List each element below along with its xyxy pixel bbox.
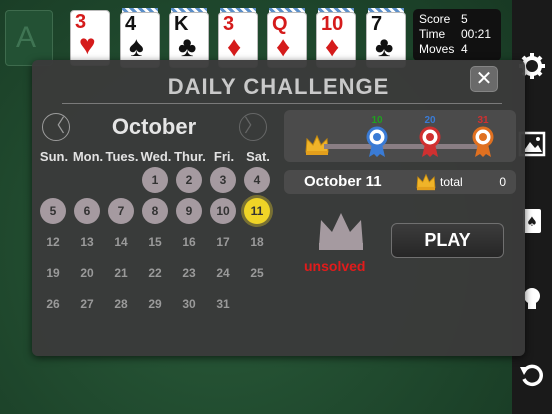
calendar-day[interactable]: 3 — [210, 167, 236, 193]
milestone-count: 10 — [371, 115, 383, 126]
month-label: October — [111, 114, 197, 139]
calendar-day[interactable]: 5 — [40, 198, 66, 224]
calendar-day[interactable]: 6 — [74, 198, 100, 224]
progress-panel: 10 20 31 — [284, 110, 516, 162]
play-button[interactable]: PLAY — [391, 223, 504, 258]
calendar-day-today[interactable]: 11 — [244, 198, 270, 224]
milestone-count: 31 — [477, 115, 489, 126]
selected-date: October 11 — [304, 173, 382, 190]
playing-card[interactable]: 3 ♥ — [70, 10, 110, 66]
calendar-day[interactable]: 9 — [176, 198, 202, 224]
status-label: unsolved — [304, 258, 366, 274]
card-suit-icon: ♦ — [227, 31, 242, 62]
score-label: Score — [419, 12, 451, 26]
calendar-day[interactable]: 10 — [210, 198, 236, 224]
foundation-letter: A — [16, 21, 37, 54]
calendar-day: 26 — [46, 297, 60, 311]
calendar-day: 20 — [80, 266, 94, 280]
close-button[interactable]: ✕ — [470, 66, 498, 92]
calendar-day: 25 — [250, 266, 264, 280]
calendar-day: 16 — [182, 235, 196, 249]
calendar-day[interactable]: 7 — [108, 198, 134, 224]
calendar-day: 18 — [250, 235, 264, 249]
moves-label: Moves — [419, 42, 455, 56]
foundation-pile[interactable]: A — [5, 10, 53, 66]
undo-icon[interactable] — [518, 361, 546, 389]
scoreboard: Score 5 Time 00:21 Moves 4 — [413, 9, 501, 61]
dialog-title: DAILY CHALLENGE — [167, 74, 390, 99]
daily-challenge-dialog: DAILY CHALLENGE ✕ 〈 October 〉 Sun. Mon. Tu… — [32, 60, 525, 356]
calendar-day: 21 — [114, 266, 128, 280]
calendar-day: 12 — [46, 235, 60, 249]
crown-small-icon — [416, 173, 436, 191]
calendar-day: 24 — [216, 266, 230, 280]
calendar-day: 27 — [80, 297, 94, 311]
time-value: 00:21 — [461, 27, 492, 41]
score-value: 5 — [461, 12, 468, 26]
ribbon-medal-icon — [419, 126, 441, 157]
unsolved-crown-icon — [319, 213, 363, 250]
time-label: Time — [419, 27, 446, 41]
card-suit-icon: ♠ — [129, 31, 144, 62]
calendar-day: 17 — [216, 235, 230, 249]
calendar-day: 23 — [182, 266, 196, 280]
progress-track — [324, 144, 484, 149]
calendar-day: 15 — [148, 235, 162, 249]
calendar-day: 29 — [148, 297, 162, 311]
card-suit-icon: ♣ — [178, 31, 197, 62]
total-label: total — [440, 175, 463, 189]
calendar-day: 28 — [114, 297, 128, 311]
card-suit-icon: ♣ — [375, 31, 394, 62]
card-suit-icon: ♦ — [325, 31, 340, 62]
calendar-day[interactable]: 4 — [244, 167, 270, 193]
weekday-label: Sat. — [246, 149, 270, 164]
calendar-day: 30 — [182, 297, 196, 311]
calendar-day: 13 — [80, 235, 94, 249]
selected-date-panel: October 11 total 0 — [284, 170, 516, 194]
calendar-day[interactable]: 8 — [142, 198, 168, 224]
calendar-day: 31 — [216, 297, 230, 311]
milestone-count: 20 — [424, 115, 436, 126]
svg-text:♠: ♠ — [526, 215, 538, 230]
ribbon-medal-icon — [472, 126, 494, 157]
prev-month-button[interactable]: 〈 — [42, 113, 70, 141]
card-suit-icon: ♥ — [79, 29, 96, 60]
ribbon-medal-icon — [366, 126, 388, 157]
calendar-day: 22 — [148, 266, 162, 280]
title-divider — [62, 103, 502, 104]
moves-value: 4 — [461, 42, 468, 56]
next-month-button[interactable]: 〉 — [239, 113, 267, 141]
calendar-day[interactable]: 2 — [176, 167, 202, 193]
total-value: 0 — [499, 175, 506, 189]
calendar-day[interactable]: 1 — [142, 167, 168, 193]
calendar-day: 14 — [114, 235, 128, 249]
calendar-day: 19 — [46, 266, 60, 280]
card-suit-icon: ♦ — [276, 31, 291, 62]
